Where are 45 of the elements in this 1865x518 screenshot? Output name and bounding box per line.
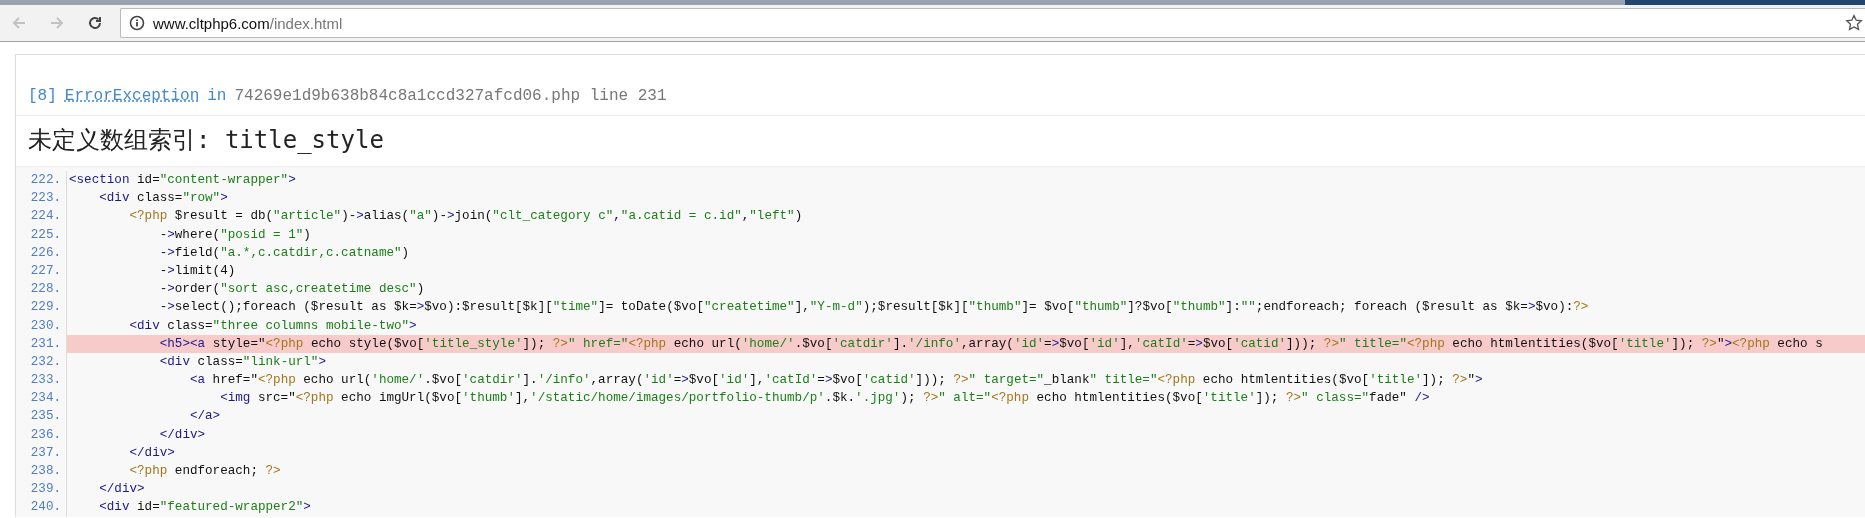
- bookmark-star-icon[interactable]: [1845, 14, 1863, 32]
- reload-icon: [86, 14, 104, 32]
- line-number: 228.: [29, 281, 62, 299]
- line-number: 229.: [29, 299, 62, 317]
- code-line: <div class="link-url">: [66, 352, 1865, 372]
- address-bar[interactable]: www.cltphp6.com/index.html: [120, 8, 1865, 38]
- line-number: 237.: [29, 444, 62, 462]
- code-line: ->order("sort asc,createtime desc"): [66, 280, 1865, 299]
- code-line: ->field("a.*,c.catdir,c.catname"): [66, 243, 1865, 262]
- line-number: 227.: [29, 262, 62, 280]
- line-number: 225.: [29, 226, 62, 244]
- code-line: </div>: [66, 425, 1865, 444]
- line-number: 236.: [29, 426, 62, 444]
- line-number: 239.: [29, 481, 62, 499]
- exception-link[interactable]: ErrorException: [64, 87, 200, 105]
- code-line: <div class="three columns mobile-two">: [66, 316, 1865, 335]
- code-line: <img src="<?php echo imgUrl($vo['thumb'],'/static/home/images/portfolio-thumb/p'.$k.'.jpg'); ?>" alt="<?php echo htmlentities($vo['title']); ?>" class="fade" />: [66, 389, 1865, 408]
- in-label: in: [207, 87, 227, 105]
- code-line: <?php $result = db("article")->alias("a")->join("clt_category c","a.catid = c.id","left"): [66, 207, 1865, 226]
- line-number: 240.: [29, 499, 62, 517]
- code-line: ->where("posid = 1"): [66, 225, 1865, 244]
- line-number: 233.: [29, 372, 62, 390]
- code-line: </div>: [66, 480, 1865, 499]
- line-number: 234.: [29, 390, 62, 408]
- code-line: </div>: [66, 443, 1865, 462]
- code-line: <a href="<?php echo url('home/'.$vo['catdir'].'/info',array('id'=>$vo['id'],'catId'=>$vo['catid'])); ?>" target="_blank" title="<?php echo htmlentities($vo['title']); ?>">: [66, 371, 1865, 390]
- line-number: 235.: [29, 408, 62, 426]
- line-number: 232.: [29, 353, 62, 371]
- code-line: <section id="content-wrapper">: [66, 171, 1865, 190]
- line-number: 230.: [29, 317, 62, 335]
- code-line: <div id="featured-wrapper2">: [66, 498, 1865, 517]
- line-number: 222.: [29, 172, 62, 189]
- code-line: ->limit(4): [66, 261, 1865, 281]
- code-line: <?php endforeach; ?>: [66, 462, 1865, 481]
- line-number: 226.: [29, 244, 62, 262]
- line-number: 224.: [29, 208, 62, 226]
- error-code: [8]: [28, 87, 57, 105]
- line-number: 223.: [29, 190, 62, 208]
- code-line: ->select();foreach ($result as $k=>$vo):$result[$k]["time"]= toDate($vo["createtime"],"Y-m-d");$result[$k]["thumb"]= $vo["thumb"]?$vo["thumb"]:"";endforeach; foreach ($result as $k=>$vo):?>: [66, 298, 1865, 317]
- error-location: 74269e1d9b638b84c8a1ccd327afcd06.php line 231: [234, 87, 667, 105]
- code-line: </a>: [66, 407, 1865, 426]
- line-number: 231.: [29, 335, 62, 353]
- line-number: 238.: [29, 463, 62, 480]
- info-icon[interactable]: [129, 15, 145, 31]
- code-line: <div class="row">: [66, 189, 1865, 208]
